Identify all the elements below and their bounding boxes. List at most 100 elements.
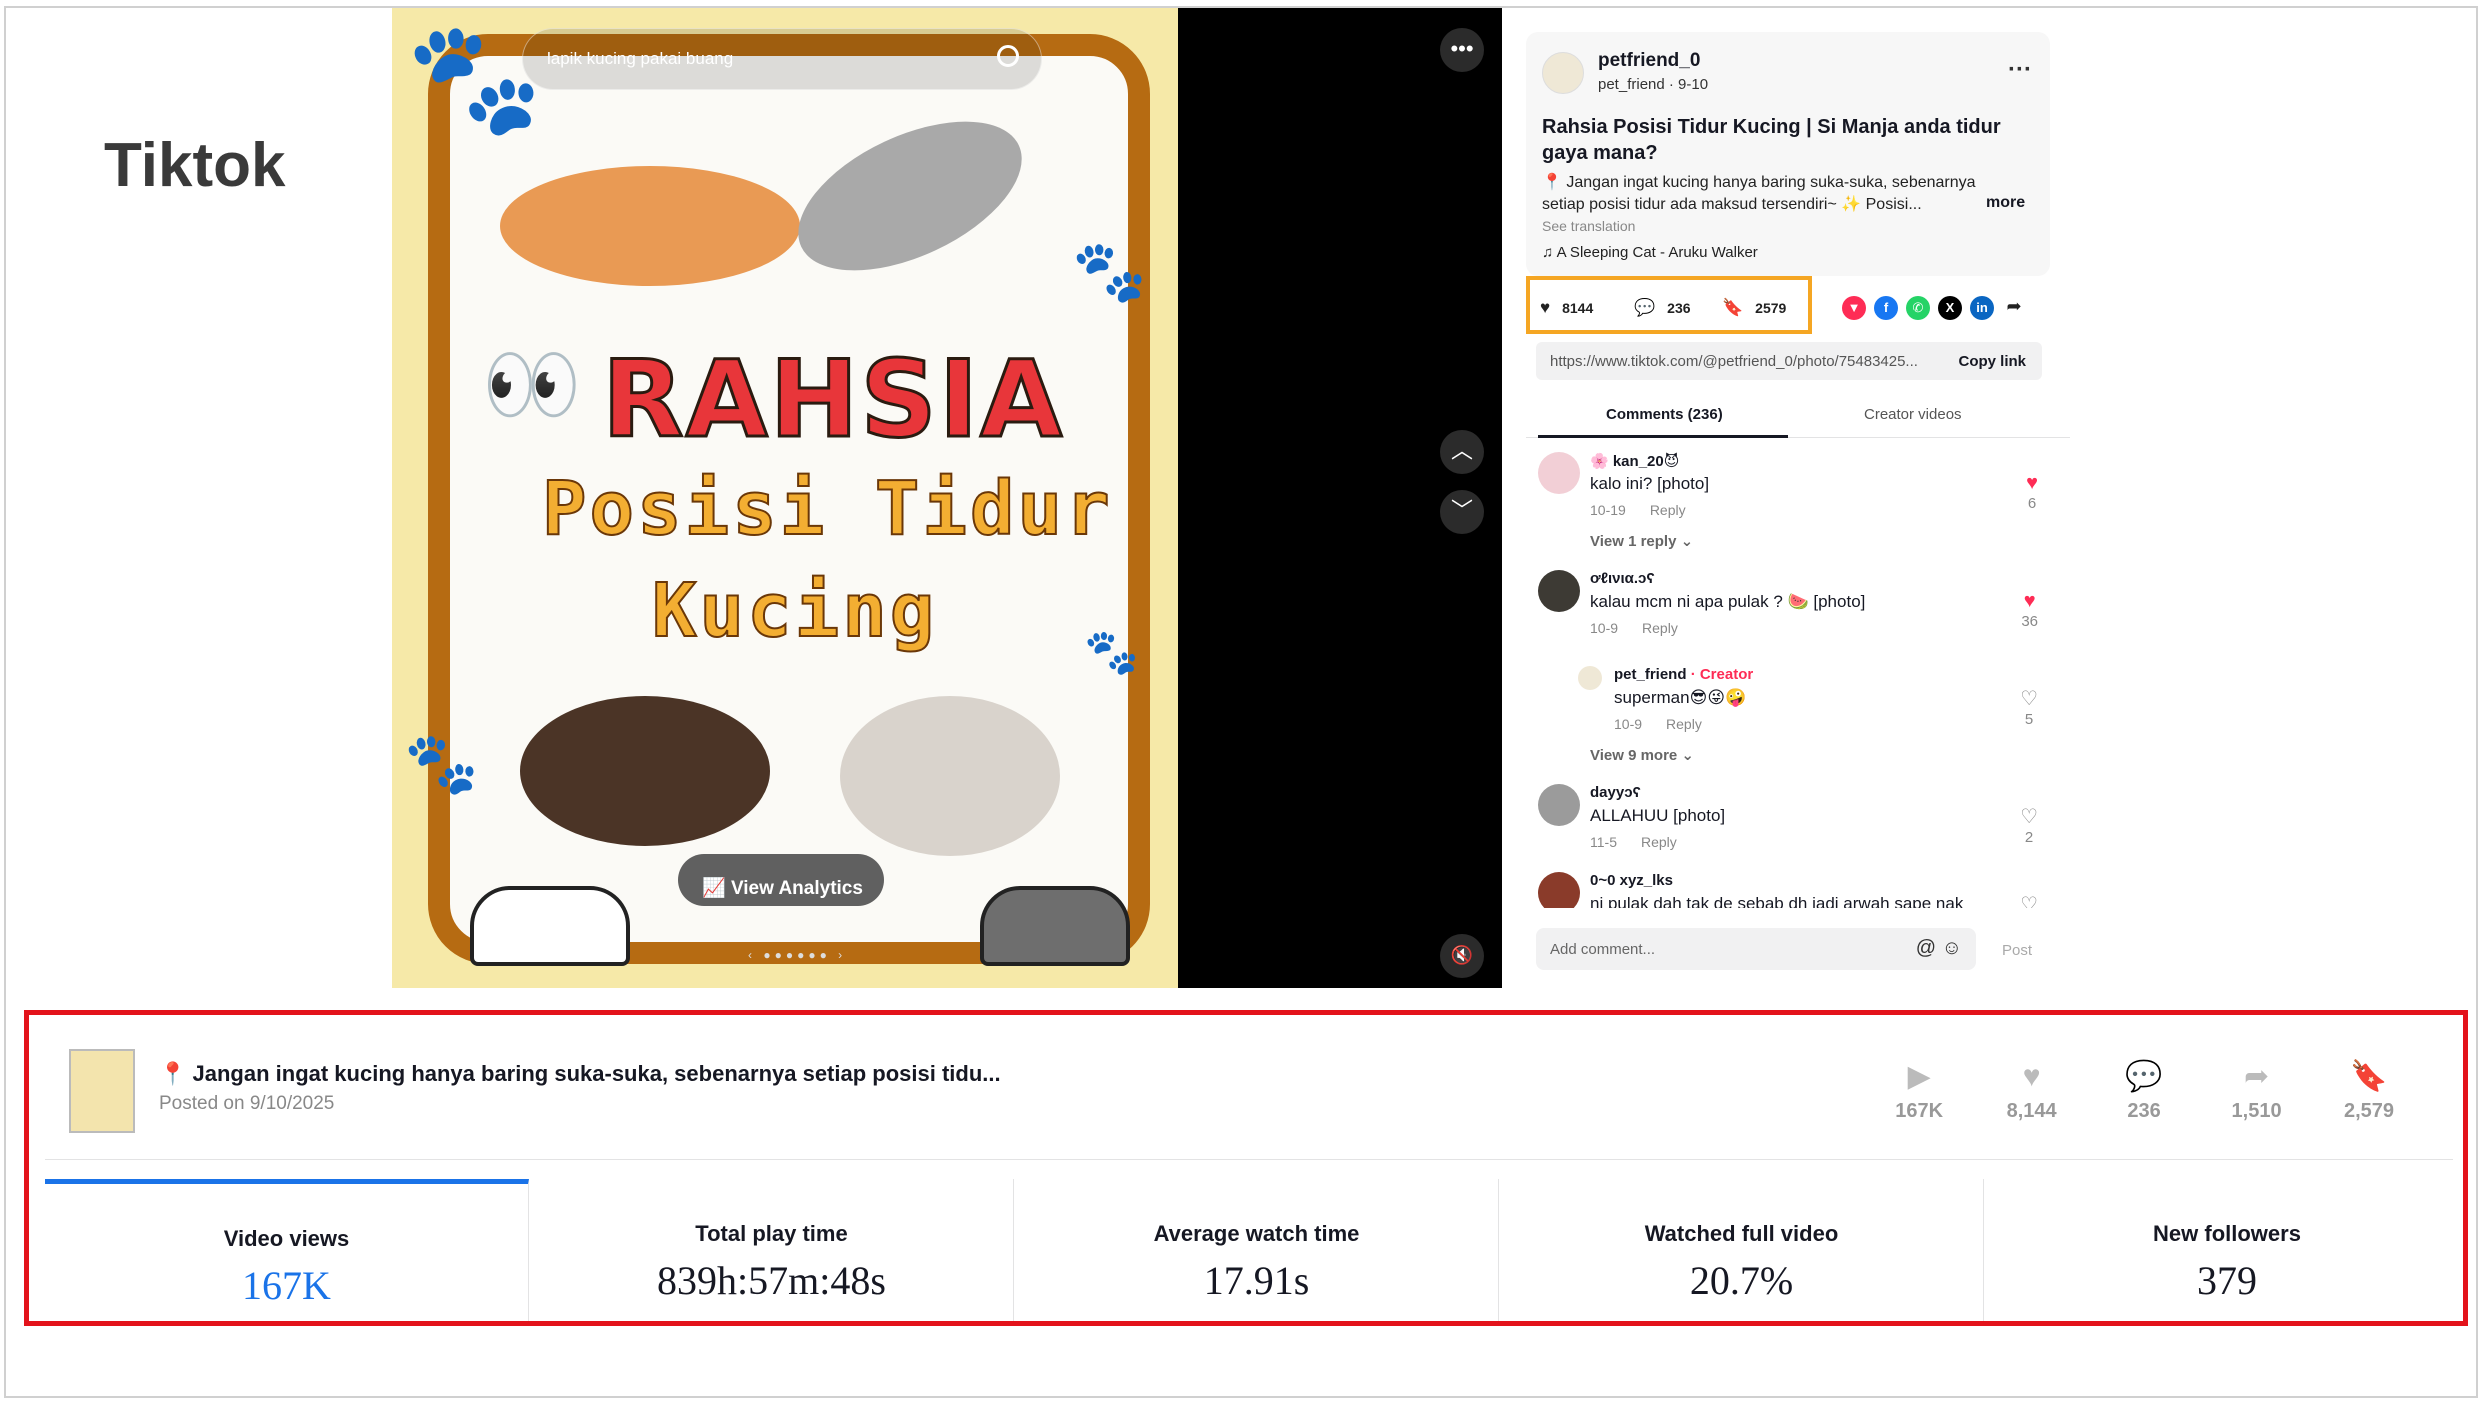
overlay-title: RAHSIA bbox=[600, 337, 1065, 463]
new-followers-card[interactable]: New followers 379 bbox=[1985, 1179, 2469, 1321]
more-options-icon[interactable]: ••• bbox=[1440, 28, 1484, 72]
like-stat[interactable]: ♥ 8144 bbox=[1540, 298, 1593, 318]
saves-metric: 🔖 2,579 bbox=[2315, 1059, 2423, 1123]
analytics-post-date: Posted on 9/10/2025 bbox=[159, 1093, 335, 1114]
whatsapp-icon[interactable]: ✆ bbox=[1906, 296, 1930, 320]
view-analytics-label: View Analytics bbox=[730, 877, 863, 899]
emoji-icon[interactable]: ☺ bbox=[1942, 937, 1962, 959]
comment-meta: 10-9 Reply bbox=[1614, 716, 1702, 732]
post-link-field[interactable]: https://www.tiktok.com/@petfriend_0/phot… bbox=[1536, 342, 2042, 380]
avatar[interactable] bbox=[1538, 784, 1580, 826]
bookmark-icon: 🔖 bbox=[1722, 298, 1744, 317]
comment-like[interactable]: ♡ bbox=[2020, 892, 2038, 908]
reply-link[interactable]: Reply bbox=[1642, 620, 1678, 636]
chevron-down-icon[interactable]: ﹀ bbox=[1440, 490, 1484, 534]
white-kitten-illustration bbox=[470, 886, 630, 966]
comment-stat[interactable]: 💬 236 bbox=[1634, 298, 1691, 318]
avatar[interactable] bbox=[1578, 666, 1602, 690]
post-title: Rahsia Posisi Tidur Kucing | Si Manja an… bbox=[1542, 116, 2001, 164]
average-watch-time-card[interactable]: Average watch time 17.91s bbox=[1015, 1179, 1499, 1321]
comment-list[interactable]: 🌸 kan_20😈 kalo ini? [photo] 10-19 Reply ♥… bbox=[1526, 452, 2070, 908]
mention-icon[interactable]: @ bbox=[1916, 937, 1936, 959]
chevron-up-icon[interactable]: ︿ bbox=[1440, 430, 1484, 474]
comment-text: kalau mcm ni apa pulak ? 🍉 [photo] bbox=[1590, 592, 1866, 611]
paw-icon: 🐾 bbox=[1084, 628, 1139, 677]
comment-like[interactable]: ♥ 36 bbox=[2021, 590, 2038, 630]
post-thumbnail[interactable] bbox=[69, 1049, 135, 1133]
view-replies-link[interactable]: View 1 reply ⌄ bbox=[1590, 532, 1693, 550]
comment-like[interactable]: ♡ 2 bbox=[2020, 804, 2038, 846]
post-more-icon[interactable]: ··· bbox=[2008, 56, 2032, 84]
total-play-time-card[interactable]: Total play time 839h:57m:48s bbox=[530, 1179, 1014, 1321]
play-icon: ▶ bbox=[1907, 1060, 1931, 1093]
reply-link[interactable]: Reply bbox=[1650, 502, 1686, 518]
comment-text: superman😎😜🤪 bbox=[1614, 688, 1747, 707]
author-avatar[interactable] bbox=[1542, 52, 1584, 94]
post-comment-button[interactable]: Post bbox=[2002, 942, 2032, 959]
linkedin-icon[interactable]: in bbox=[1970, 296, 1994, 320]
avatar[interactable] bbox=[1538, 872, 1580, 908]
heart-icon: ♥ bbox=[1540, 298, 1551, 317]
author-name[interactable]: petfriend_0 bbox=[1598, 50, 1700, 72]
heart-outline-icon: ♡ bbox=[2020, 894, 2038, 908]
share-row: ▼ f ✆ Xin ➦ bbox=[1842, 294, 2034, 320]
reply-link[interactable]: Reply bbox=[1641, 834, 1677, 850]
view-more-replies-link[interactable]: View 9 more ⌄ bbox=[1590, 746, 1694, 764]
paw-icon: 🐾 bbox=[406, 17, 543, 140]
comment-meta: 10-9 Reply bbox=[1590, 620, 1678, 636]
comments-metric: 💬 236 bbox=[2090, 1059, 2198, 1123]
comment-like[interactable]: ♡ 5 bbox=[2020, 686, 2038, 728]
eyes-icon: 👀 bbox=[482, 340, 582, 429]
overlay-line-3: Kucing bbox=[651, 567, 938, 655]
photo-slide[interactable]: 🐾 🐾 🐾 🐾 👀 RAHSIA Posisi Tidur Kucing lap… bbox=[392, 8, 1178, 988]
comment-user[interactable]: 🌸 kan_20😈 bbox=[1590, 452, 1679, 470]
paw-icon: 🐾 bbox=[404, 730, 479, 797]
comment-meta: 10-19 Reply bbox=[1590, 502, 1686, 518]
see-translation-link[interactable]: See translation bbox=[1542, 218, 1635, 234]
comment-text: kalo ini? [photo] bbox=[1590, 474, 1710, 493]
post-description: 📍 Jangan ingat kucing hanya baring suka-… bbox=[1542, 174, 1976, 213]
search-bar[interactable]: lapik kucing pakai buang bbox=[522, 28, 1042, 90]
copy-link-button[interactable]: Copy link bbox=[1958, 353, 2026, 370]
comment-user[interactable]: pet_friend · Creator bbox=[1614, 666, 1753, 683]
search-text: lapik kucing pakai buang bbox=[547, 49, 734, 68]
x-icon[interactable]: X bbox=[1938, 296, 1962, 320]
mute-icon[interactable]: 🔇 bbox=[1440, 934, 1484, 978]
white-cat-illustration bbox=[840, 696, 1060, 856]
view-analytics-button[interactable]: 📈 View Analytics bbox=[678, 854, 884, 906]
gray-kitten-illustration bbox=[980, 886, 1130, 966]
save-stat[interactable]: 🔖 2579 bbox=[1722, 298, 1786, 318]
comment-user[interactable]: dayyɔʕ bbox=[1590, 784, 1641, 801]
share-arrow-icon[interactable]: ➦ bbox=[2002, 294, 2026, 318]
slide-indicator[interactable]: ‹ ●●●●●● › bbox=[748, 948, 846, 962]
tab-comments[interactable]: Comments (236) bbox=[1606, 406, 1723, 423]
more-link[interactable]: more bbox=[1986, 194, 2025, 212]
analytics-post-title: 📍 Jangan ingat kucing hanya baring suka-… bbox=[159, 1061, 1001, 1086]
likes-metric: ♥ 8,144 bbox=[1978, 1060, 2086, 1123]
video-player[interactable]: 🐾 🐾 🐾 🐾 👀 RAHSIA Posisi Tidur Kucing lap… bbox=[392, 8, 1502, 988]
tiktok-share-icon[interactable]: ▼ bbox=[1842, 296, 1866, 320]
comment-user[interactable]: 0~0 xyz_lks bbox=[1590, 872, 1673, 889]
overlay-line-2: Posisi Tidur bbox=[541, 465, 1113, 553]
comment-like[interactable]: ♥ 6 bbox=[2026, 472, 2038, 512]
search-icon[interactable] bbox=[997, 45, 1019, 67]
comment-icon: 💬 bbox=[2125, 1060, 2163, 1093]
comment-user[interactable]: ơℓινια.ɔʕ bbox=[1590, 570, 1655, 587]
heart-outline-icon: ♡ bbox=[2020, 688, 2038, 710]
reply-link[interactable]: Reply bbox=[1666, 716, 1702, 732]
active-tab-underline bbox=[1538, 435, 1788, 438]
video-views-card[interactable]: Video views 167K bbox=[45, 1179, 529, 1321]
analytics-panel: 📍 Jangan ingat kucing hanya baring suka-… bbox=[24, 1010, 2468, 1326]
views-metric: ▶ 167K bbox=[1865, 1059, 1973, 1123]
heart-icon: ♥ bbox=[2022, 1060, 2041, 1093]
avatar[interactable] bbox=[1538, 570, 1580, 612]
author-sub: pet_friend · 9-10 bbox=[1598, 76, 1709, 93]
add-comment-input[interactable]: Add comment... @ ☺ bbox=[1536, 928, 1976, 970]
music-link[interactable]: ♫ A Sleeping Cat - Aruku Walker bbox=[1542, 244, 1758, 261]
watched-full-video-card[interactable]: Watched full video 20.7% bbox=[1500, 1179, 1984, 1321]
avatar[interactable] bbox=[1538, 452, 1580, 494]
facebook-icon[interactable]: f bbox=[1874, 296, 1898, 320]
engagement-stats-highlight: ♥ 8144 💬 236 🔖 2579 bbox=[1526, 276, 1812, 334]
post-link: https://www.tiktok.com/@petfriend_0/phot… bbox=[1550, 353, 1918, 370]
tab-creator-videos[interactable]: Creator videos bbox=[1864, 406, 1962, 423]
